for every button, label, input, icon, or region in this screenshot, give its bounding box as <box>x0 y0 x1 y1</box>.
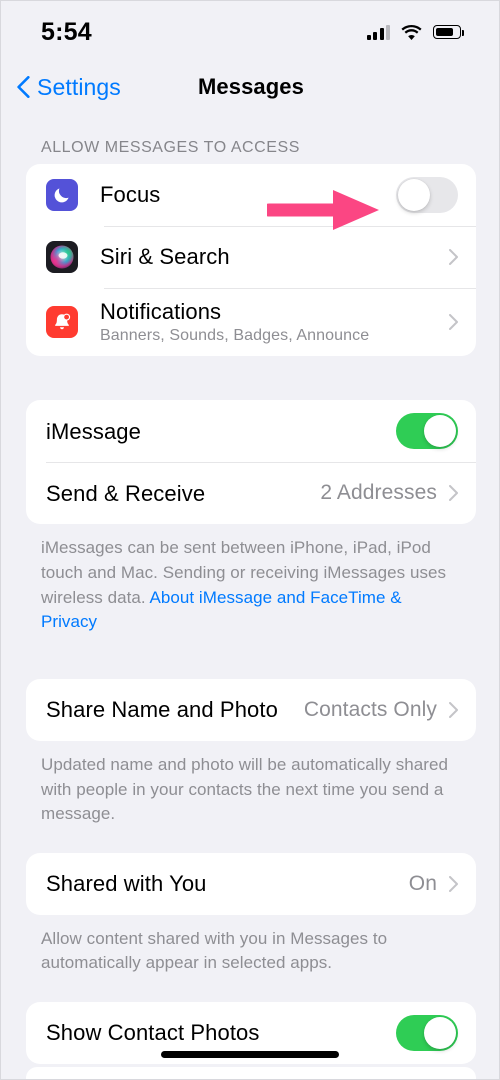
row-notifications-text: Notifications Banners, Sounds, Badges, A… <box>100 288 447 356</box>
row-shared-with-you-value: On <box>408 871 437 895</box>
row-shared-with-you-text: Shared with You <box>46 860 409 907</box>
imessage-footer: iMessages can be sent between iPhone, iP… <box>1 524 499 635</box>
shared-with-you-footer: Allow content shared with you in Message… <box>41 928 388 973</box>
imessage-card: iMessage Send & Receive 2 Addresses <box>26 400 476 525</box>
row-show-contact-photos-label: Show Contact Photos <box>46 1020 260 1046</box>
section-header-access: ALLOW MESSAGES TO ACCESS <box>41 139 300 156</box>
chevron-right-icon <box>449 875 458 892</box>
row-siri-search[interactable]: Siri & Search <box>26 226 476 288</box>
access-card: Focus Siri & Search Notifications Banner… <box>26 164 476 357</box>
show-contact-photos-toggle[interactable] <box>396 1015 458 1052</box>
row-focus[interactable]: Focus <box>26 164 476 226</box>
wifi-icon <box>401 24 422 40</box>
imessage-toggle-knob <box>424 415 456 448</box>
row-send-receive-text: Send & Receive <box>46 470 320 517</box>
focus-toggle[interactable] <box>396 177 458 213</box>
row-shared-with-you[interactable]: Shared with You On <box>26 853 476 915</box>
focus-toggle-knob <box>398 179 430 211</box>
chevron-right-icon <box>449 485 458 502</box>
row-show-contact-photos-text: Show Contact Photos <box>46 1009 396 1056</box>
row-share-name-photo[interactable]: Share Name and Photo Contacts Only <box>26 679 476 741</box>
status-bar: 5:54 <box>1 1 499 63</box>
cellular-signal-icon <box>366 24 390 40</box>
status-bar-indicators <box>366 24 464 40</box>
imessage-toggle[interactable] <box>396 413 458 450</box>
iphone-settings-screen: 5:54 Settings Messages ALLOW MESSAGES TO… <box>0 0 500 1080</box>
row-share-name-photo-text: Share Name and Photo <box>46 686 304 733</box>
status-bar-time: 5:54 <box>41 17 92 46</box>
row-notifications[interactable]: Notifications Banners, Sounds, Badges, A… <box>26 288 476 356</box>
show-contact-photos-toggle-knob <box>424 1017 456 1050</box>
home-indicator <box>161 1051 339 1058</box>
row-imessage-text: iMessage <box>46 408 396 455</box>
row-send-receive-label: Send & Receive <box>46 480 206 506</box>
row-share-name-photo-value: Contacts Only <box>303 697 437 721</box>
row-send-receive[interactable]: Send & Receive 2 Addresses <box>26 462 476 524</box>
row-focus-label: Focus <box>100 182 161 208</box>
chevron-right-icon <box>449 249 458 265</box>
row-imessage[interactable]: iMessage <box>26 400 476 462</box>
battery-level-fill <box>435 27 454 37</box>
row-siri-search-label: Siri & Search <box>100 244 230 270</box>
row-shared-with-you-label: Shared with You <box>46 871 207 897</box>
row-siri-search-text: Siri & Search <box>100 233 447 280</box>
row-notifications-detail: Banners, Sounds, Badges, Announce <box>100 327 370 345</box>
page-title: Messages <box>198 74 304 99</box>
chevron-right-icon <box>449 314 458 331</box>
settings-scroll-area[interactable]: ALLOW MESSAGES TO ACCESS Focus Siri & Se… <box>1 111 499 1079</box>
row-send-receive-value: 2 Addresses <box>320 481 437 505</box>
row-share-name-photo-label: Share Name and Photo <box>46 697 278 723</box>
row-focus-text: Focus <box>100 171 396 218</box>
share-name-footer: Updated name and photo will be automatic… <box>41 754 449 824</box>
focus-moon-icon <box>46 179 78 211</box>
chevron-right-icon <box>449 701 458 718</box>
navigation-bar: Settings Messages <box>1 63 499 111</box>
next-card-peek <box>26 1067 476 1079</box>
notifications-bell-icon <box>46 306 78 339</box>
battery-icon <box>433 25 464 39</box>
siri-orb-icon <box>46 241 78 273</box>
row-imessage-label: iMessage <box>46 418 141 444</box>
shared-with-you-card: Shared with You On <box>26 852 476 915</box>
row-notifications-label: Notifications <box>100 299 222 324</box>
share-name-card: Share Name and Photo Contacts Only <box>26 678 476 741</box>
